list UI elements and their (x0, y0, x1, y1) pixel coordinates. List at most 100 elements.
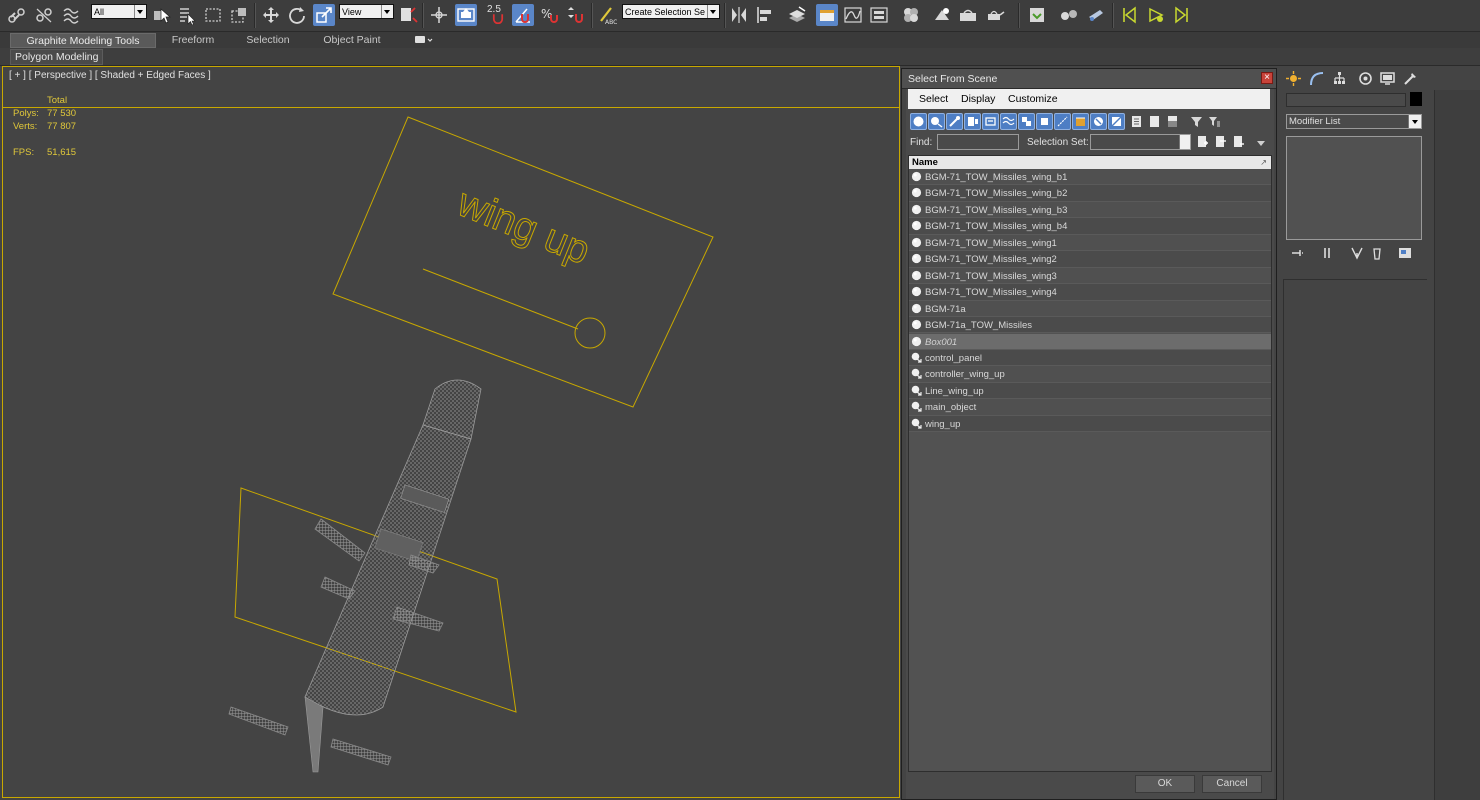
tab-selection[interactable]: Selection (240, 33, 296, 48)
reference-coordinate-dropdown[interactable]: View (339, 4, 394, 19)
modifier-stack[interactable] (1286, 136, 1422, 240)
key-mode-icon[interactable] (1145, 4, 1167, 26)
missile-mesh[interactable] (228, 379, 482, 773)
dialog-title-bar[interactable]: Select From Scene × (902, 69, 1276, 89)
select-and-scale-icon[interactable] (313, 4, 335, 26)
container-explorer-icon[interactable] (1026, 4, 1048, 26)
configure-modifier-sets-icon[interactable] (1398, 246, 1416, 262)
display-cameras-icon[interactable] (964, 113, 981, 130)
select-and-move-icon[interactable] (260, 4, 282, 26)
list-item[interactable]: BGM-71_TOW_Missiles_wing_b2 (909, 185, 1271, 202)
toolbar-overflow-chevron-icon[interactable] (1257, 141, 1265, 146)
align-icon[interactable] (754, 4, 776, 26)
select-object-icon[interactable] (150, 4, 172, 26)
select-and-manipulate-icon[interactable] (428, 4, 450, 26)
menu-display[interactable]: Display (961, 93, 995, 105)
list-item[interactable]: BGM-71_TOW_Missiles_wing3 (909, 267, 1271, 285)
display-frozen-icon[interactable] (1090, 113, 1107, 130)
show-end-result-icon[interactable] (1320, 246, 1338, 262)
list-item[interactable]: main_object (909, 399, 1271, 416)
display-hidden-icon[interactable] (1108, 113, 1125, 130)
percent-snap-icon[interactable]: % (538, 4, 560, 26)
unlink-selection-icon[interactable] (33, 4, 55, 26)
scene-explorer-icon[interactable] (816, 4, 838, 26)
render-setup-icon[interactable] (931, 4, 953, 26)
create-selection-set-icon[interactable] (1194, 133, 1211, 150)
list-item[interactable]: BGM-71_TOW_Missiles_wing_b4 (909, 218, 1271, 235)
hierarchy-tab-icon[interactable] (1329, 69, 1349, 88)
render-production-icon[interactable] (984, 4, 1006, 26)
object-color-swatch[interactable] (1410, 92, 1422, 106)
material-editor-icon[interactable] (900, 4, 922, 26)
menu-customize[interactable]: Customize (1008, 93, 1058, 105)
list-item[interactable]: BGM-71_TOW_Missiles_wing_b1 (909, 169, 1271, 186)
display-space-warps-icon[interactable] (1000, 113, 1017, 130)
angle-snap-icon[interactable] (512, 4, 534, 26)
selection-set-dropdown[interactable] (1090, 134, 1191, 150)
edit-named-selection-icon[interactable]: ABC (596, 4, 618, 26)
make-unique-icon[interactable] (1350, 246, 1368, 262)
display-shapes-icon[interactable] (928, 113, 945, 130)
display-invert-icon[interactable] (1164, 113, 1181, 130)
controller-wing-up-shape[interactable] (574, 317, 606, 349)
list-item[interactable]: Line_wing_up (909, 382, 1271, 400)
utilities-tab-icon[interactable] (1400, 69, 1420, 88)
display-none-icon[interactable] (1146, 113, 1163, 130)
tab-object-paint[interactable]: Object Paint (318, 33, 386, 48)
ribbon-options-icon[interactable] (410, 33, 436, 48)
column-pin-icon[interactable]: ↗ (1260, 156, 1267, 169)
display-geometry-icon[interactable] (910, 113, 927, 130)
keyboard-shortcut-override-icon[interactable] (455, 4, 477, 26)
list-item[interactable]: BGM-71a_TOW_Missiles (909, 317, 1271, 334)
wing-up-text-shape[interactable]: wing up (450, 180, 596, 274)
rectangular-selection-icon[interactable] (202, 4, 224, 26)
find-input[interactable] (937, 134, 1019, 150)
list-item[interactable]: BGM-71a (909, 300, 1271, 318)
mirror-icon[interactable] (728, 4, 750, 26)
perspective-viewport[interactable]: [ + ] [ Perspective ] [ Shaded + Edged F… (2, 66, 900, 798)
goto-end-icon[interactable] (1171, 4, 1193, 26)
list-item[interactable]: BGM-71_TOW_Missiles_wing_b3 (909, 201, 1271, 219)
filter-options-icon[interactable] (1206, 113, 1223, 130)
close-icon[interactable]: × (1261, 72, 1273, 84)
spinner-snap-icon[interactable] (564, 4, 586, 26)
scene-drawing[interactable]: wing up (3, 67, 899, 797)
column-header-name[interactable]: Name ↗ (909, 156, 1271, 169)
modifier-list-dropdown[interactable]: Modifier List (1286, 114, 1422, 129)
control-panel-shape[interactable] (332, 116, 714, 408)
display-helpers-icon[interactable] (982, 113, 999, 130)
tab-freeform[interactable]: Freeform (165, 33, 221, 48)
select-and-rotate-icon[interactable] (286, 4, 308, 26)
display-all-icon[interactable] (1128, 113, 1145, 130)
snaps-toggle-icon[interactable]: 2.5 (485, 4, 511, 26)
remove-from-selection-set-icon[interactable] (1230, 133, 1247, 150)
select-and-link-icon[interactable] (6, 4, 28, 26)
display-lights-icon[interactable] (946, 113, 963, 130)
polygon-modeling-panel[interactable]: Polygon Modeling (10, 49, 104, 65)
display-xrefs-icon[interactable] (1036, 113, 1053, 130)
curve-editor-icon[interactable] (842, 4, 864, 26)
pivot-center-icon[interactable] (397, 4, 419, 26)
object-name-field[interactable] (1286, 93, 1406, 107)
select-by-name-icon[interactable] (176, 4, 198, 26)
schematic-view-icon[interactable] (868, 4, 890, 26)
brush-preset-icon[interactable] (1085, 4, 1107, 26)
motion-tab-icon[interactable] (1355, 69, 1375, 88)
create-tab-sun-icon[interactable] (1283, 69, 1303, 88)
add-to-selection-set-icon[interactable] (1212, 133, 1229, 150)
filter-icon[interactable] (1188, 113, 1205, 130)
display-containers-icon[interactable] (1072, 113, 1089, 130)
list-item[interactable]: controller_wing_up (909, 366, 1271, 383)
menu-select[interactable]: Select (919, 93, 948, 105)
tab-graphite-modeling-tools[interactable]: Graphite Modeling Tools (10, 33, 156, 48)
bind-to-space-warp-icon[interactable] (60, 4, 82, 26)
list-item[interactable]: BGM-71_TOW_Missiles_wing1 (909, 234, 1271, 252)
display-tab-icon[interactable] (1377, 69, 1397, 88)
list-item[interactable]: control_panel (909, 349, 1271, 367)
list-item[interactable]: Box001 (909, 333, 1271, 350)
cancel-button[interactable]: Cancel (1202, 775, 1262, 793)
pin-stack-icon[interactable] (1290, 246, 1308, 262)
list-item[interactable]: BGM-71_TOW_Missiles_wing4 (909, 284, 1271, 301)
populate-icon[interactable] (1058, 4, 1080, 26)
layer-manager-icon[interactable] (786, 4, 808, 26)
